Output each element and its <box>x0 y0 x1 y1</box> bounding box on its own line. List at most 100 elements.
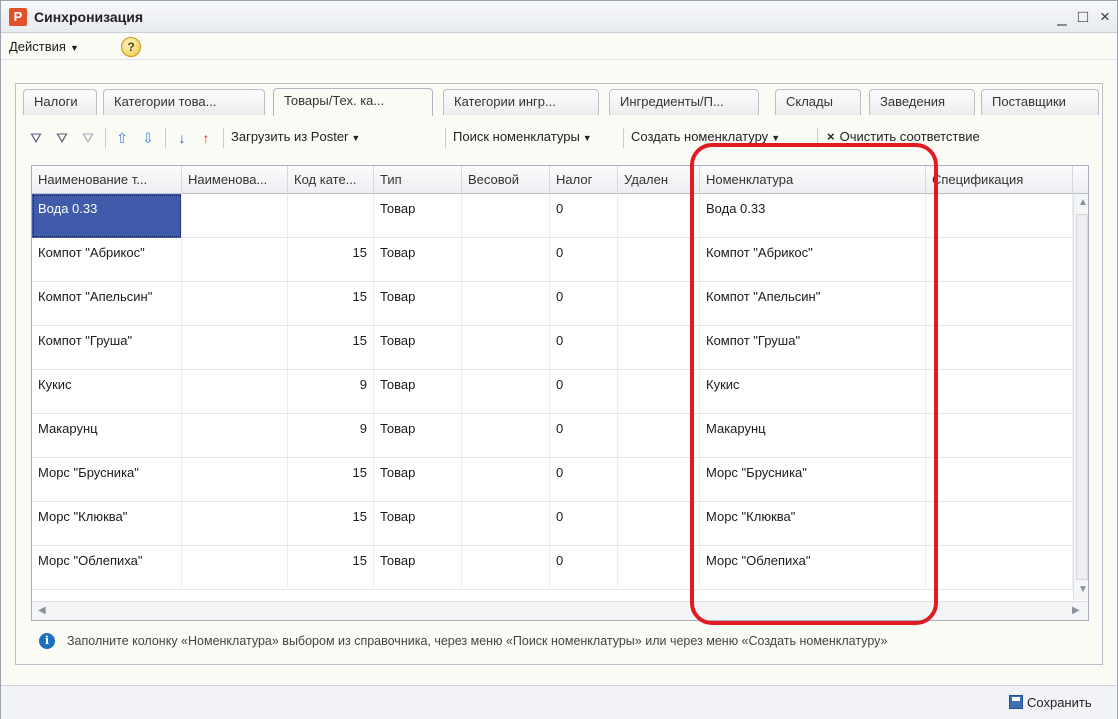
cell-nomenclature[interactable]: Кукис <box>700 370 926 414</box>
cell-name[interactable]: Морс "Облепиха" <box>32 546 182 590</box>
minimize-button[interactable]: _ <box>1051 6 1073 28</box>
cell-nomenclature[interactable]: Макарунц <box>700 414 926 458</box>
column-header-type[interactable]: Тип <box>374 166 462 194</box>
table-row[interactable]: Кукис 9 Товар 0 Кукис <box>32 370 1073 414</box>
cell-specification[interactable] <box>926 194 1073 238</box>
cell-specification[interactable] <box>926 370 1073 414</box>
cell-name2[interactable] <box>182 458 288 502</box>
help-icon[interactable]: ? <box>121 37 141 57</box>
column-header-name[interactable]: Наименование т... <box>32 166 182 194</box>
close-button[interactable]: × <box>1094 6 1116 28</box>
filter-icon[interactable]: ⛛ <box>27 129 45 147</box>
scroll-down-icon[interactable]: ▼ <box>1078 584 1088 595</box>
cell-tax[interactable]: 0 <box>550 326 618 370</box>
cell-specification[interactable] <box>926 282 1073 326</box>
tab-taxes[interactable]: Налоги <box>23 89 97 115</box>
save-button[interactable]: Сохранить <box>1009 695 1092 710</box>
cell-deleted[interactable] <box>618 370 700 414</box>
tab-products[interactable]: Товары/Тех. ка... <box>273 88 433 116</box>
table-row[interactable]: Морс "Брусника" 15 Товар 0 Морс "Брусника" <box>32 458 1073 502</box>
cell-category-code[interactable]: 9 <box>288 414 374 458</box>
cell-deleted[interactable] <box>618 238 700 282</box>
table-row[interactable]: Морс "Клюква" 15 Товар 0 Морс "Клюква" <box>32 502 1073 546</box>
tab-suppliers[interactable]: Поставщики <box>981 89 1099 115</box>
cell-specification[interactable] <box>926 414 1073 458</box>
search-nomenclature-menu[interactable]: Поиск номенклатуры ▼ <box>453 129 592 144</box>
cell-tax[interactable]: 0 <box>550 546 618 590</box>
cell-name2[interactable] <box>182 238 288 282</box>
column-header-category-code[interactable]: Код кате... <box>288 166 374 194</box>
cell-name[interactable]: Вода 0.33 <box>32 194 182 238</box>
cell-type[interactable]: Товар <box>374 238 462 282</box>
table-row[interactable]: Вода 0.33 Товар 0 Вода 0.33 <box>32 194 1073 238</box>
cell-name2[interactable] <box>182 502 288 546</box>
cell-tax[interactable]: 0 <box>550 414 618 458</box>
vertical-scrollbar[interactable]: ▲ ▼ <box>1073 194 1088 600</box>
cell-name2[interactable] <box>182 370 288 414</box>
cell-category-code[interactable]: 9 <box>288 370 374 414</box>
cell-tax[interactable]: 0 <box>550 238 618 282</box>
cell-nomenclature[interactable]: Вода 0.33 <box>700 194 926 238</box>
maximize-button[interactable]: □ <box>1072 6 1094 28</box>
sort-ascending-icon[interactable]: ↓ <box>173 129 191 147</box>
cell-nomenclature[interactable]: Компот "Абрикос" <box>700 238 926 282</box>
tab-venues[interactable]: Заведения <box>869 89 975 115</box>
filter-clear-icon[interactable]: ⛛ <box>79 129 97 147</box>
cell-deleted[interactable] <box>618 282 700 326</box>
scroll-right-icon[interactable]: ▶ <box>1072 605 1080 616</box>
cell-weighted[interactable] <box>462 458 550 502</box>
cell-type[interactable]: Товар <box>374 282 462 326</box>
cell-tax[interactable]: 0 <box>550 194 618 238</box>
cell-category-code[interactable]: 15 <box>288 326 374 370</box>
tab-ingredient-categories[interactable]: Категории ингр... <box>443 89 599 115</box>
cell-deleted[interactable] <box>618 502 700 546</box>
cell-deleted[interactable] <box>618 326 700 370</box>
cell-weighted[interactable] <box>462 414 550 458</box>
tab-ingredients[interactable]: Ингредиенты/П... <box>609 89 759 115</box>
vertical-scroll-thumb[interactable] <box>1076 214 1088 580</box>
cell-name[interactable]: Макарунц <box>32 414 182 458</box>
cell-name2[interactable] <box>182 546 288 590</box>
cell-name[interactable]: Компот "Апельсин" <box>32 282 182 326</box>
cell-weighted[interactable] <box>462 370 550 414</box>
tab-warehouses[interactable]: Склады <box>775 89 861 115</box>
cell-type[interactable]: Товар <box>374 458 462 502</box>
table-row[interactable]: Компот "Груша" 15 Товар 0 Компот "Груша" <box>32 326 1073 370</box>
cell-name[interactable]: Компот "Груша" <box>32 326 182 370</box>
cell-nomenclature[interactable]: Морс "Облепиха" <box>700 546 926 590</box>
cell-deleted[interactable] <box>618 546 700 590</box>
cell-specification[interactable] <box>926 326 1073 370</box>
cell-tax[interactable]: 0 <box>550 502 618 546</box>
table-row[interactable]: Макарунц 9 Товар 0 Макарунц <box>32 414 1073 458</box>
cell-category-code[interactable]: 15 <box>288 282 374 326</box>
clear-mapping-button[interactable]: × Очистить соответствие <box>827 129 980 144</box>
sort-descending-icon[interactable]: ↑ <box>197 129 215 147</box>
scroll-up-icon[interactable]: ▲ <box>1078 197 1088 208</box>
cell-name[interactable]: Кукис <box>32 370 182 414</box>
tab-product-categories[interactable]: Категории това... <box>103 89 265 115</box>
cell-specification[interactable] <box>926 546 1073 590</box>
cell-tax[interactable]: 0 <box>550 282 618 326</box>
cell-name2[interactable] <box>182 282 288 326</box>
column-header-nomenclature[interactable]: Номенклатура <box>700 166 926 194</box>
cell-category-code[interactable]: 15 <box>288 546 374 590</box>
cell-nomenclature[interactable]: Морс "Брусника" <box>700 458 926 502</box>
cell-name2[interactable] <box>182 414 288 458</box>
cell-category-code[interactable] <box>288 194 374 238</box>
cell-name[interactable]: Морс "Брусника" <box>32 458 182 502</box>
cell-deleted[interactable] <box>618 414 700 458</box>
cell-weighted[interactable] <box>462 238 550 282</box>
cell-tax[interactable]: 0 <box>550 458 618 502</box>
cell-nomenclature[interactable]: Компот "Апельсин" <box>700 282 926 326</box>
load-from-poster-menu[interactable]: Загрузить из Poster ▼ <box>231 129 360 144</box>
table-row[interactable]: Компот "Апельсин" 15 Товар 0 Компот "Апельси… <box>32 282 1073 326</box>
cell-specification[interactable] <box>926 458 1073 502</box>
cell-name2[interactable] <box>182 326 288 370</box>
cell-specification[interactable] <box>926 502 1073 546</box>
table-row[interactable]: Компот "Абрикос" 15 Товар 0 Компот "Абрикос" <box>32 238 1073 282</box>
table-row[interactable]: Морс "Облепиха" 15 Товар 0 Морс "Облепиха" <box>32 546 1073 590</box>
column-header-name2[interactable]: Наименова... <box>182 166 288 194</box>
column-header-deleted[interactable]: Удален <box>618 166 700 194</box>
column-header-specification[interactable]: Спецификация <box>926 166 1073 194</box>
cell-weighted[interactable] <box>462 282 550 326</box>
